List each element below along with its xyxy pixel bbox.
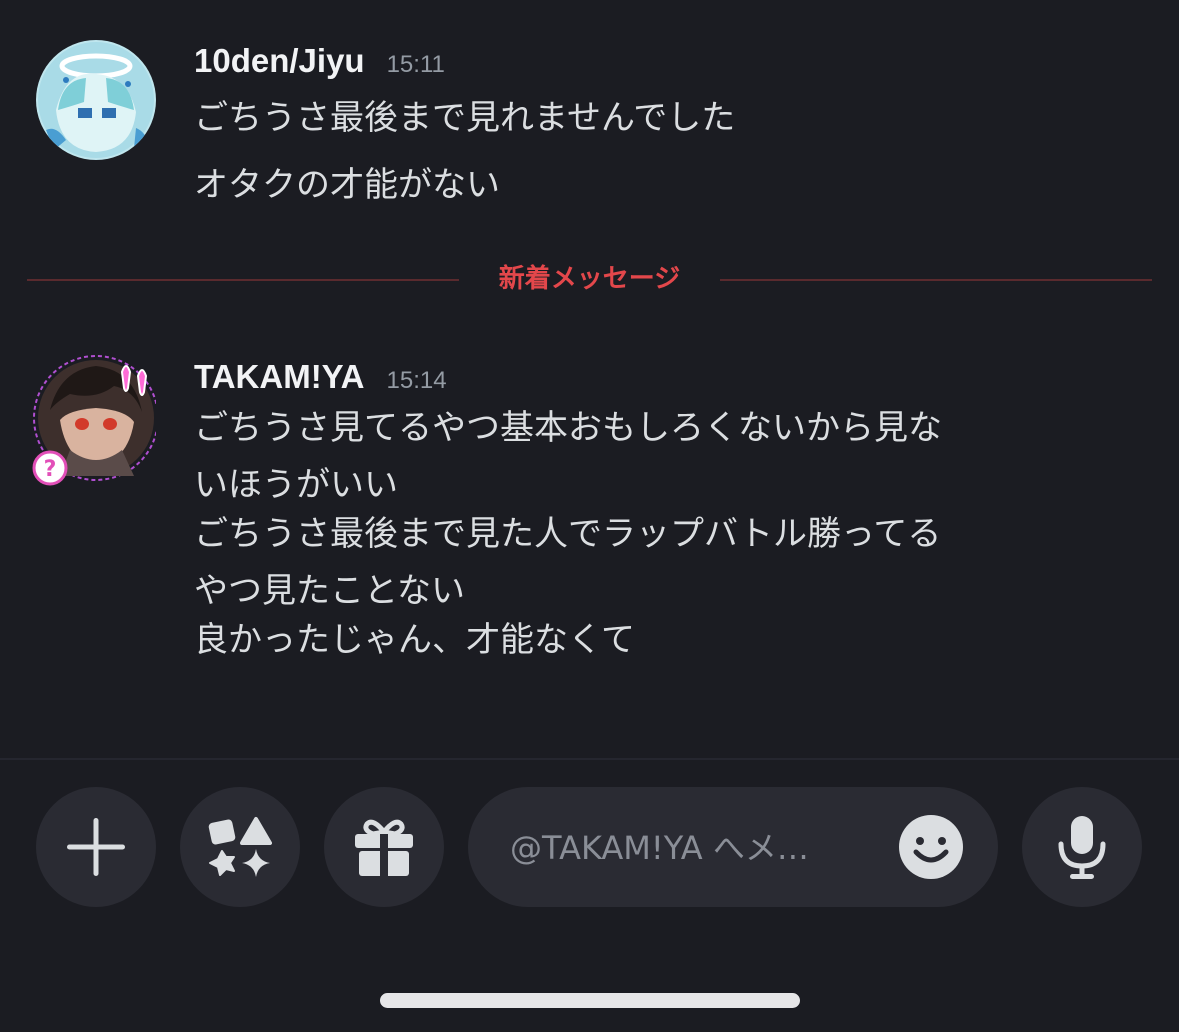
home-indicator[interactable] [380,993,800,1008]
username[interactable]: TAKAM!YA [194,358,365,396]
message-input[interactable] [508,817,902,879]
divider-line-right [720,279,1152,281]
chat-screen: 10den/Jiyu 15:11 ごちうさ最後まで見れませんでした オタクの才能… [0,0,1179,1032]
username[interactable]: 10den/Jiyu [194,42,365,80]
apps-icon [208,817,272,877]
plus-icon [67,818,125,876]
timestamp: 15:11 [386,51,445,78]
message-line: ごちうさ最後まで見れませんでした [194,98,736,138]
composer-separator [0,758,1179,760]
timestamp: 15:14 [386,367,447,394]
message-header: 10den/Jiyu 15:11 [194,42,1139,86]
microphone-icon [1058,816,1106,879]
svg-text:?: ? [44,457,57,482]
gift-button[interactable] [324,787,444,907]
message-body: 10den/Jiyu 15:11 ごちうさ最後まで見れませんでした オタクの才能… [194,42,1139,210]
message-header: TAKAM!YA 15:14 [194,358,1139,402]
message-line: いほうがいい [194,465,398,505]
add-button[interactable] [36,787,156,907]
avatar-10den[interactable] [36,40,156,160]
message-line: オタクの才能がない [194,165,500,205]
message-line: ごちうさ最後まで見た人でラップバトル勝ってる [194,514,942,554]
message-line: やつ見たことない [194,571,465,611]
message-line: ごちうさ見てるやつ基本おもしろくないから見な [194,408,942,448]
avatar-takamiya[interactable]: ? [30,350,156,486]
message-body: TAKAM!YA 15:14 ごちうさ見てるやつ基本おもしろくないから見な いほ… [194,358,1139,665]
smile-emoji-icon[interactable] [898,814,964,880]
apps-button[interactable] [180,787,300,907]
gift-icon [355,819,413,876]
message-input-box[interactable] [468,787,998,907]
new-messages-divider: 新着メッセージ [27,260,1152,298]
voice-message-button[interactable] [1022,787,1142,907]
message-line: 良かったじゃん、才能なくて [194,620,635,660]
